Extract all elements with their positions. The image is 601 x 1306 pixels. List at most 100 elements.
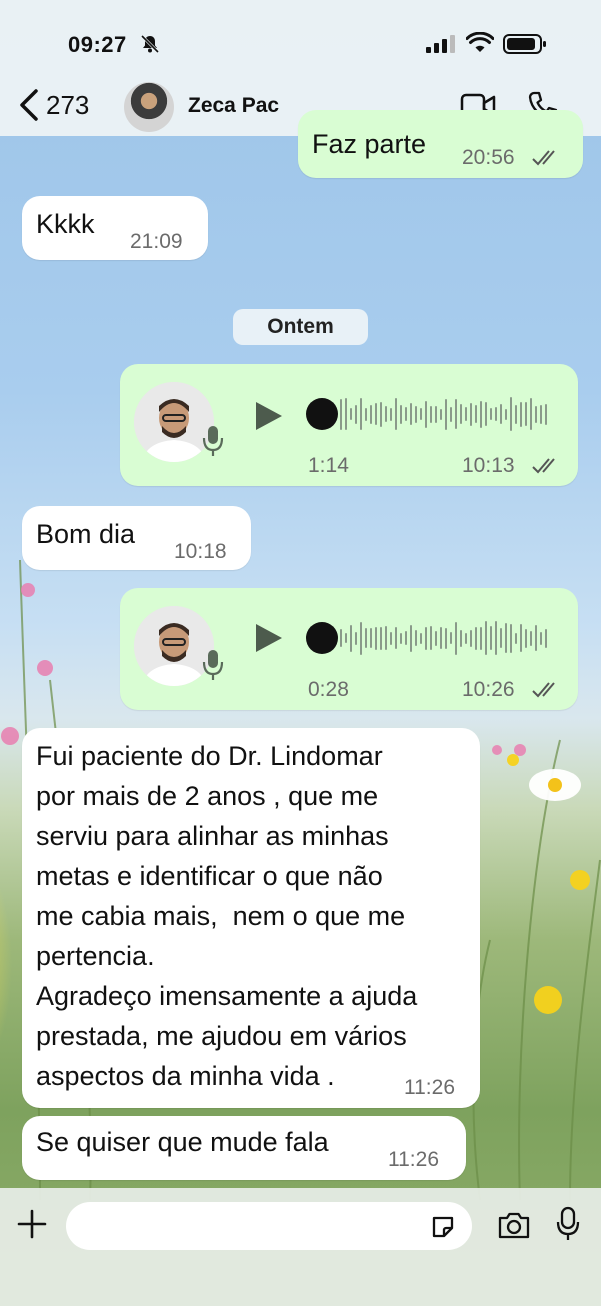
- read-receipt-icon: [532, 458, 555, 474]
- waveform-bar: [535, 405, 537, 423]
- waveform-bar: [415, 405, 417, 423]
- message-text: Fui paciente do Dr. Lindomar por mais de…: [36, 736, 417, 1096]
- waveform-bar: [530, 630, 532, 646]
- message-bubble-incoming[interactable]: Se quiser que mude fala 11:26: [22, 1116, 466, 1180]
- chevron-left-icon: [20, 89, 38, 121]
- waveform-bar: [485, 621, 487, 655]
- bell-slash-icon: [140, 34, 160, 54]
- waveform-bar: [510, 623, 512, 653]
- play-icon[interactable]: [254, 400, 284, 432]
- message-bubble-incoming[interactable]: Kkkk 21:09: [22, 196, 208, 260]
- day-separator: Ontem: [233, 309, 368, 345]
- waveform-bar: [385, 406, 387, 422]
- waveform-bar: [380, 401, 382, 427]
- waveform-bar: [415, 630, 417, 646]
- waveform-bar: [340, 629, 342, 647]
- waveform-bar: [465, 632, 467, 644]
- waveform-bar: [360, 398, 362, 430]
- message-line: prestada, me ajudou em vários: [36, 1021, 407, 1051]
- waveform-bar: [455, 399, 457, 429]
- waveform-bar: [490, 626, 492, 650]
- waveform-bar: [460, 629, 462, 647]
- waveform-bar: [450, 406, 452, 422]
- waveform-bar: [425, 626, 427, 650]
- playback-scrubber[interactable]: [306, 622, 338, 654]
- plus-icon[interactable]: [16, 1208, 48, 1240]
- waveform-bar: [525, 628, 527, 648]
- read-receipt-icon: [532, 150, 555, 166]
- unread-count: 273: [46, 89, 90, 120]
- back-button[interactable]: 273: [18, 88, 89, 122]
- sticker-icon[interactable]: [430, 1214, 456, 1240]
- message-text: Se quiser que mude fala: [36, 1127, 329, 1157]
- waveform-bar: [435, 405, 437, 423]
- message-bubble-outgoing[interactable]: Faz parte 20:56: [298, 110, 583, 178]
- message-text: Bom dia: [36, 519, 136, 549]
- message-bubble-incoming[interactable]: Fui paciente do Dr. Lindomar por mais de…: [22, 728, 480, 1108]
- camera-icon[interactable]: [497, 1210, 531, 1240]
- message-line: me cabia mais, nem o que me: [36, 901, 406, 931]
- voice-duration: 0:28: [308, 678, 349, 701]
- waveform-bar: [390, 631, 392, 645]
- message-text: Faz parte: [312, 129, 427, 159]
- waveform-bar: [510, 397, 512, 431]
- message-time: 21:09: [130, 230, 183, 253]
- waveform-bar: [485, 402, 487, 426]
- wifi-icon: [466, 32, 494, 52]
- waveform-bar: [390, 407, 392, 421]
- waveform-bar: [405, 407, 407, 421]
- waveform-bar: [355, 631, 357, 645]
- waveform-bar: [445, 398, 447, 430]
- waveform-bar: [475, 626, 477, 650]
- waveform-bar: [375, 626, 377, 650]
- voice-message-outgoing[interactable]: 1:14 10:13: [120, 364, 578, 486]
- waveform-bar: [355, 404, 357, 424]
- play-icon[interactable]: [254, 622, 284, 654]
- waveform-bar: [475, 405, 477, 423]
- waveform-bar: [425, 400, 427, 428]
- message-time: 11:26: [388, 1148, 439, 1171]
- message-line: metas e identificar o que não: [36, 861, 383, 891]
- waveform-bar: [455, 621, 457, 655]
- waveform-bar: [540, 631, 542, 645]
- message-time: 10:18: [174, 540, 227, 563]
- waveform-bar: [440, 408, 442, 420]
- waveform-bar: [405, 631, 407, 645]
- waveform-bar: [340, 398, 342, 430]
- read-receipt-icon: [532, 682, 555, 698]
- message-bubble-incoming[interactable]: Bom dia 10:18: [22, 506, 251, 570]
- waveform-bar: [370, 628, 372, 648]
- microphone-icon: [202, 650, 224, 680]
- waveform-bar: [470, 629, 472, 647]
- waveform-bar: [545, 403, 547, 425]
- contact-name[interactable]: Zeca Pac: [188, 94, 279, 118]
- waveform-bar: [480, 626, 482, 650]
- waveform-bar: [470, 402, 472, 426]
- waveform-bar: [465, 407, 467, 421]
- waveform-bar: [535, 625, 537, 651]
- waveform-bar: [400, 632, 402, 644]
- message-input[interactable]: [66, 1202, 472, 1250]
- contact-avatar[interactable]: [124, 82, 174, 132]
- waveform-bar: [420, 632, 422, 644]
- message-line: serviu para alinhar as minhas: [36, 821, 389, 851]
- message-time: 10:13: [462, 454, 515, 477]
- signal-icon: [426, 35, 455, 53]
- status-time: 09:27: [68, 32, 127, 57]
- microphone-icon[interactable]: [556, 1206, 580, 1242]
- waveform-bar: [410, 403, 412, 425]
- waveform-bar: [380, 626, 382, 650]
- waveform-bar: [400, 404, 402, 424]
- message-time: 11:26: [404, 1076, 455, 1099]
- waveform-bar: [520, 624, 522, 652]
- waveform-bar: [345, 398, 347, 430]
- waveform-bar: [365, 407, 367, 421]
- message-line: aspectos da minha vida .: [36, 1061, 335, 1091]
- voice-message-outgoing[interactable]: 0:28 10:26: [120, 588, 578, 710]
- playback-scrubber[interactable]: [306, 398, 338, 430]
- waveform-bar: [435, 630, 437, 646]
- waveform-bar: [430, 405, 432, 423]
- waveform-bar: [495, 621, 497, 655]
- waveform-bar: [365, 628, 367, 648]
- waveform-bar: [360, 621, 362, 655]
